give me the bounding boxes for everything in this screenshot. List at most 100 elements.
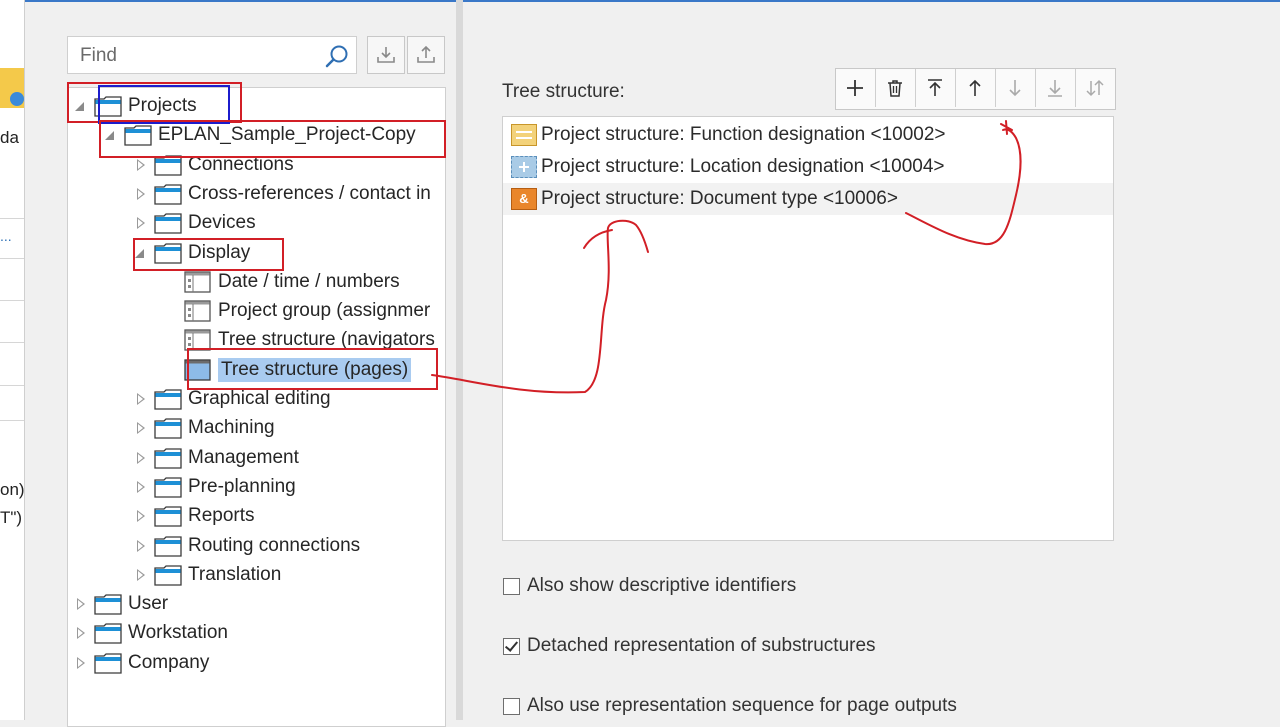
representation-sequence-checkbox[interactable]: Also use representation sequence for pag… xyxy=(503,695,957,717)
tree-item[interactable]: Devices xyxy=(134,209,256,237)
list-item[interactable]: Project structure: Location designation … xyxy=(503,151,1113,183)
expand-toggle-icon[interactable] xyxy=(134,421,148,435)
tree-item[interactable]: Projects xyxy=(74,92,197,120)
tree-item[interactable]: Reports xyxy=(134,502,255,530)
trash-icon xyxy=(888,80,902,97)
arrow-to-bottom-icon xyxy=(1048,80,1062,97)
expand-toggle-icon[interactable] xyxy=(134,509,148,523)
refresh-icon xyxy=(10,92,24,106)
tree-item[interactable]: Graphical editing xyxy=(134,385,331,413)
tree-item[interactable]: Workstation xyxy=(74,619,228,647)
find-input[interactable] xyxy=(78,43,322,69)
folder-icon xyxy=(154,417,182,439)
settings-page-icon xyxy=(184,329,212,352)
tree-item[interactable]: Translation xyxy=(134,561,281,589)
expand-toggle-icon[interactable] xyxy=(134,539,148,553)
left-divider xyxy=(0,342,24,343)
document-type-icon: & xyxy=(511,188,537,210)
tree-item-label: Cross-references / contact in xyxy=(188,182,431,204)
folder-icon xyxy=(94,593,122,615)
expand-toggle-icon[interactable] xyxy=(134,392,148,406)
expand-toggle-icon[interactable] xyxy=(134,187,148,201)
expand-toggle-icon[interactable] xyxy=(134,568,148,582)
sort-icon xyxy=(1086,79,1104,97)
sort-button[interactable] xyxy=(1076,69,1115,107)
list-item[interactable]: Project structure: Function designation … xyxy=(503,119,1113,151)
tree-item[interactable]: Tree structure (navigators xyxy=(164,326,435,354)
tree-item[interactable]: Date / time / numbers xyxy=(164,268,400,296)
move-to-bottom-button[interactable] xyxy=(1036,69,1076,107)
expand-toggle-icon[interactable] xyxy=(134,158,148,172)
settings-page-icon xyxy=(184,271,212,293)
tree-item[interactable]: Connections xyxy=(134,151,294,179)
checkbox-box[interactable] xyxy=(503,697,520,715)
tree-item[interactable]: Display xyxy=(134,239,250,267)
tree-item-label: Company xyxy=(128,651,210,673)
move-to-top-button[interactable] xyxy=(916,69,956,107)
export-button[interactable] xyxy=(407,36,445,74)
collapse-toggle-icon[interactable] xyxy=(74,99,88,113)
collapse-toggle-icon[interactable] xyxy=(134,246,148,260)
left-panel-fragment: da ... on) T") xyxy=(0,0,25,720)
tree-item[interactable]: User xyxy=(74,590,168,618)
tree-item-label: Management xyxy=(188,446,299,468)
tree-item-label: Tree structure (navigators xyxy=(218,329,435,351)
folder-icon xyxy=(154,154,182,176)
detached-representation-checkbox[interactable]: Detached representation of substructures xyxy=(503,635,876,657)
checkbox-label: Also use representation sequence for pag… xyxy=(527,695,957,716)
tree-item[interactable]: Project group (assignmer xyxy=(164,297,430,325)
tree-item-label: Display xyxy=(188,241,251,263)
show-descriptive-identifiers-checkbox[interactable]: Also show descriptive identifiers xyxy=(503,575,796,597)
tree-structure-label: Tree structure: xyxy=(502,81,625,102)
expand-toggle-icon[interactable] xyxy=(134,216,148,230)
left-fragment-text: ... xyxy=(0,228,12,244)
move-up-button[interactable] xyxy=(956,69,996,107)
checkbox-box[interactable] xyxy=(503,637,520,655)
new-button[interactable] xyxy=(836,69,876,107)
expand-toggle-icon[interactable] xyxy=(74,656,88,670)
expand-toggle-icon[interactable] xyxy=(134,480,148,494)
expand-toggle-icon[interactable] xyxy=(74,597,88,611)
expand-toggle-icon[interactable] xyxy=(74,626,88,640)
import-icon xyxy=(377,47,395,63)
export-icon xyxy=(417,45,435,63)
checkbox-box[interactable] xyxy=(503,577,520,595)
search-icon[interactable] xyxy=(324,43,350,69)
delete-button[interactable] xyxy=(876,69,916,107)
folder-icon xyxy=(154,535,182,557)
tree-item[interactable]: Routing connections xyxy=(134,532,360,560)
tree-item[interactable]: Machining xyxy=(134,414,275,442)
tree-item[interactable]: Pre-planning xyxy=(134,473,296,501)
left-fragment-text: T") xyxy=(0,508,23,527)
import-button[interactable] xyxy=(367,36,405,74)
function-designation-icon xyxy=(511,124,537,146)
checkbox-label: Also show descriptive identifiers xyxy=(527,575,797,596)
folder-icon xyxy=(94,622,122,645)
tree-item-label: User xyxy=(128,593,169,615)
folder-icon xyxy=(154,388,182,410)
move-down-button[interactable] xyxy=(996,69,1036,107)
find-box xyxy=(67,36,357,74)
list-item[interactable]: & Project structure: Document type <1000… xyxy=(503,183,1113,215)
tree-item[interactable]: Company xyxy=(74,649,209,677)
collapse-toggle-icon[interactable] xyxy=(104,128,118,142)
folder-icon xyxy=(154,476,182,498)
checkbox-label: Detached representation of substructures xyxy=(527,635,876,656)
list-item-label: Project structure: Function designation … xyxy=(541,124,946,145)
tree-item-label: Tree structure (pages) xyxy=(218,357,412,382)
structure-toolbar xyxy=(835,68,1116,110)
expand-toggle-icon[interactable] xyxy=(134,451,148,465)
folder-icon xyxy=(154,242,182,264)
tree-item[interactable]: Cross-references / contact in xyxy=(134,180,431,208)
panel-splitter[interactable] xyxy=(456,0,463,720)
tree-item-selected[interactable]: Tree structure (pages) xyxy=(164,356,412,384)
tree-item-label: Projects xyxy=(128,95,197,116)
left-divider xyxy=(0,258,24,259)
tree-item-label: Connections xyxy=(188,153,294,175)
tree-item[interactable]: Management xyxy=(134,444,299,472)
tree-item[interactable]: EPLAN_Sample_Project-Copy xyxy=(104,121,416,149)
tree-item-label: Pre-planning xyxy=(188,475,296,497)
